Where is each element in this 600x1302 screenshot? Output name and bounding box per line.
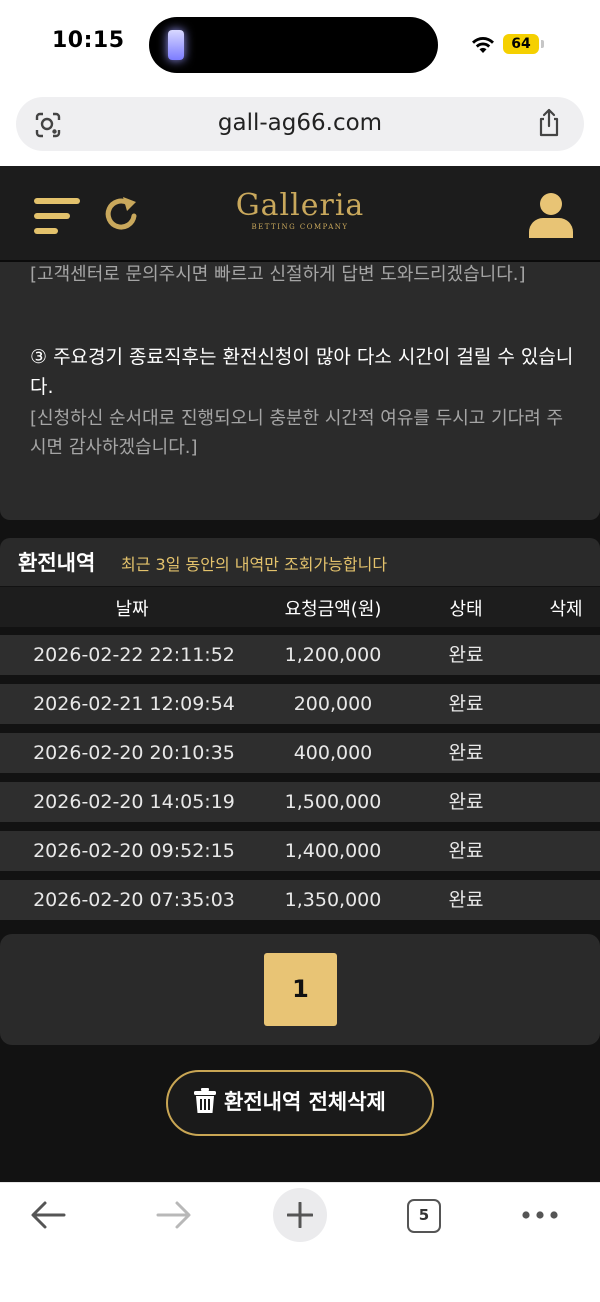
notice-item-3-detail: [신청하신 순서대로 진행되오니 충분한 시간적 여유를 두시고 기다려 주시면… (30, 408, 564, 458)
share-icon[interactable] (536, 108, 562, 138)
row-amount: 200,000 (293, 693, 373, 715)
history-title: 환전내역 (18, 551, 96, 575)
back-arrow-icon[interactable] (28, 1198, 68, 1232)
notice-item-3: ③ 주요경기 종료직후는 환전신청이 많아 다소 시간이 걸릴 수 있습니다. (30, 346, 574, 398)
notice-text-top: [고객센터로 문의주시면 빠르고 신절하게 답변 도와드리겠습니다.] (30, 264, 526, 285)
row-amount: 400,000 (293, 742, 373, 764)
row-amount: 1,500,000 (284, 791, 382, 813)
wifi-icon (472, 37, 494, 53)
row-status: 완료 (448, 840, 484, 862)
site-logo[interactable]: Galleria (200, 188, 400, 223)
row-amount: 1,400,000 (284, 840, 382, 862)
flashlight-icon (168, 30, 184, 60)
battery-tip (541, 40, 544, 48)
row-date: 2026-02-22 22:11:52 (33, 644, 235, 666)
site-logo-subtitle: BETTING COMPANY (251, 223, 349, 231)
trash-icon (194, 1088, 216, 1113)
plus-icon[interactable] (287, 1202, 313, 1228)
menu-icon[interactable] (34, 196, 80, 236)
table-row: 2026-02-20 07:35:03 1,350,000 완료 (0, 880, 600, 920)
column-status: 상태 (449, 599, 483, 620)
table-row: 2026-02-20 09:52:15 1,400,000 완료 (0, 831, 600, 871)
column-date: 날짜 (115, 599, 149, 620)
url-text[interactable]: gall-ag66.com (0, 110, 600, 136)
notice-panel: [고객센터로 문의주시면 빠르고 신절하게 답변 도와드리겠습니다.] ③ 주요… (0, 262, 600, 520)
row-status: 완료 (448, 889, 484, 911)
column-amount: 요청금액(원) (284, 599, 382, 620)
refresh-icon[interactable] (102, 194, 142, 234)
tabs-count-button[interactable]: 5 (407, 1199, 441, 1233)
dynamic-island (149, 17, 438, 73)
column-delete: 삭제 (549, 599, 583, 620)
page-button-1[interactable]: 1 (264, 953, 337, 1026)
row-date: 2026-02-20 20:10:35 (33, 742, 235, 764)
table-row: 2026-02-20 20:10:35 400,000 완료 (0, 733, 600, 773)
row-amount: 1,350,000 (284, 889, 382, 911)
table-row: 2026-02-22 22:11:52 1,200,000 완료 (0, 635, 600, 675)
row-date: 2026-02-20 09:52:15 (33, 840, 235, 862)
row-status: 완료 (448, 742, 484, 764)
more-dots-icon[interactable] (521, 1208, 559, 1222)
row-status: 완료 (448, 644, 484, 666)
table-row: 2026-02-21 12:09:54 200,000 완료 (0, 684, 600, 724)
battery-indicator: 64 (503, 34, 539, 54)
status-time: 10:15 (52, 28, 125, 53)
user-icon[interactable] (527, 190, 575, 238)
forward-arrow-icon[interactable] (154, 1198, 194, 1232)
row-date: 2026-02-20 07:35:03 (33, 889, 235, 911)
row-date: 2026-02-21 12:09:54 (33, 693, 235, 715)
delete-all-label[interactable]: 환전내역 전체삭제 (224, 1086, 386, 1116)
row-status: 완료 (448, 693, 484, 715)
table-row: 2026-02-20 14:05:19 1,500,000 완료 (0, 782, 600, 822)
row-date: 2026-02-20 14:05:19 (33, 791, 235, 813)
row-status: 완료 (448, 791, 484, 813)
history-note: 최근 3일 동안의 내역만 조회가능합니다 (121, 555, 388, 574)
row-amount: 1,200,000 (284, 644, 382, 666)
